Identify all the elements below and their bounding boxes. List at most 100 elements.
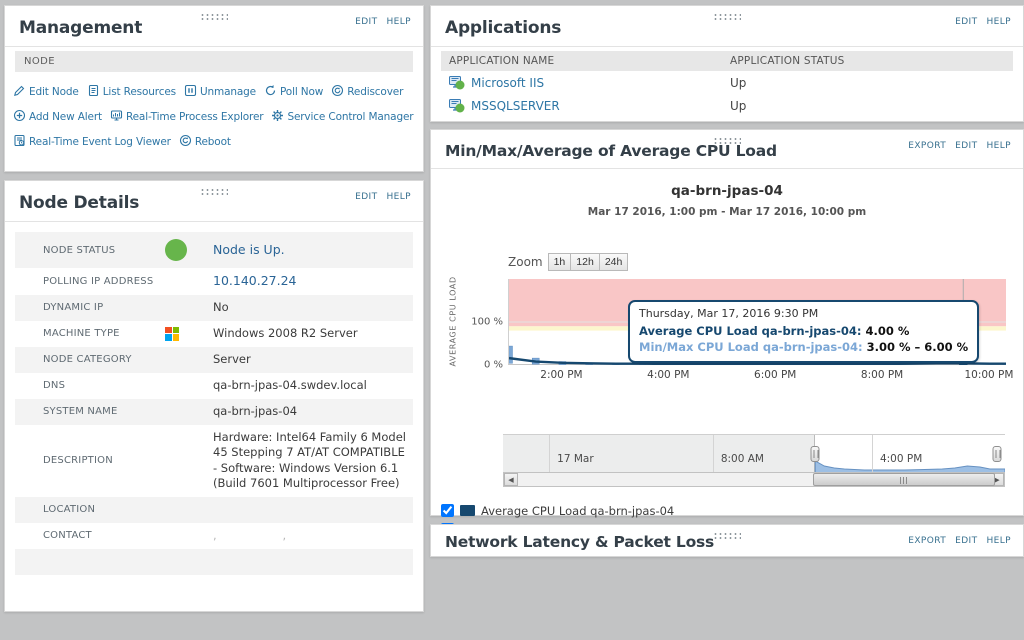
dynamic-ip-value: No <box>213 300 407 316</box>
machine-type-value: Windows 2008 R2 Server <box>213 326 407 342</box>
help-link[interactable]: HELP <box>387 192 412 202</box>
help-link[interactable]: HELP <box>987 17 1012 27</box>
chart-scrollbar[interactable]: ◀ ▶ <box>503 472 1005 487</box>
scrollbar-grip-icon <box>900 477 908 484</box>
export-link[interactable]: EXPORT <box>908 536 946 546</box>
pause-icon <box>184 84 197 100</box>
poll-now-link[interactable]: Poll Now <box>264 84 323 100</box>
dynamic-ip-row: DYNAMIC IP No <box>15 295 413 321</box>
rediscover-link[interactable]: Rediscover <box>331 84 403 100</box>
zoom-label: Zoom <box>508 255 543 269</box>
event-log-icon <box>13 134 26 150</box>
edit-link[interactable]: EDIT <box>955 536 977 546</box>
edit-link[interactable]: EDIT <box>955 141 977 151</box>
real-time-event-log-viewer-link[interactable]: Real-Time Event Log Viewer <box>13 134 171 150</box>
application-row: Microsoft IIS Up <box>441 71 1013 94</box>
navigator-gridline <box>549 435 550 473</box>
legend-label: Average CPU Load qa-brn-jpas-04 <box>481 504 674 518</box>
chart-navigator[interactable]: 17 Mar8:00 AM4:00 PM <box>503 434 1005 472</box>
edit-link[interactable]: EDIT <box>355 17 377 27</box>
applications-table-header: APPLICATION NAME APPLICATION STATUS <box>441 51 1013 71</box>
dns-value: qa-brn-jpas-04.swdev.local <box>213 378 407 394</box>
application-name-link[interactable]: Microsoft IIS <box>471 76 544 90</box>
navigator-gridline <box>713 435 714 473</box>
x-axis-tick-label: 10:00 PM <box>964 369 1013 381</box>
chart-subtitle: Mar 17 2016, 1:00 pm - Mar 17 2016, 10:0… <box>431 206 1023 218</box>
reboot-link[interactable]: Reboot <box>179 134 231 150</box>
zoom-12h-button[interactable]: 12h <box>570 253 600 271</box>
list-resources-link[interactable]: List Resources <box>87 84 176 100</box>
contact-row: CONTACT , , <box>15 523 413 549</box>
navigator-tick-label: 8:00 AM <box>721 453 764 465</box>
system-name-row: SYSTEM NAME qa-brn-jpas-04 <box>15 399 413 425</box>
node-status-value: Node is Up. <box>213 242 407 259</box>
chart-tooltip: Thursday, Mar 17, 2016 9:30 PM Average C… <box>628 300 979 363</box>
x-axis-tick-label: 8:00 PM <box>861 369 903 381</box>
windows-logo-icon <box>165 327 179 341</box>
help-link[interactable]: HELP <box>987 141 1012 151</box>
navigator-left-handle[interactable] <box>811 446 820 462</box>
description-row: DESCRIPTION Hardware: Intel64 Family 6 M… <box>15 425 413 497</box>
cpu-load-plot[interactable]: 0 %100 % Thursday, Mar 17, 2016 9:30 PM … <box>508 279 1005 365</box>
real-time-process-explorer-link[interactable]: Real-Time Process Explorer <box>110 109 263 125</box>
navigator-tick-label: 4:00 PM <box>880 453 922 465</box>
machine-type-row: MACHINE TYPE Windows 2008 R2 Server <box>15 321 413 347</box>
document-icon <box>87 84 100 100</box>
legend-checkbox-average[interactable] <box>441 504 454 517</box>
x-axis-labels: 2:00 PM4:00 PM6:00 PM8:00 PM10:00 PM <box>508 369 1005 383</box>
y-axis-tick-label: 100 % <box>471 317 503 328</box>
x-axis-tick-label: 4:00 PM <box>647 369 689 381</box>
zoom-24h-button[interactable]: 24h <box>599 253 629 271</box>
monitor-chart-icon <box>110 109 123 125</box>
edit-node-link[interactable]: Edit Node <box>13 84 79 100</box>
panel-title: Management <box>19 18 411 38</box>
x-axis-tick-label: 2:00 PM <box>540 369 582 381</box>
pencil-icon <box>13 84 26 100</box>
tooltip-avg-label: Average CPU Load qa-brn-jpas-04: <box>639 324 861 338</box>
reboot-icon <box>179 134 192 150</box>
help-link[interactable]: HELP <box>387 17 412 27</box>
y-axis-tick-label: 0 % <box>484 360 503 371</box>
application-name-link[interactable]: MSSQLSERVER <box>471 99 560 113</box>
cpu-load-chart-panel: Min/Max/Average of Average CPU Load EXPO… <box>430 129 1024 516</box>
legend-item: Average CPU Load qa-brn-jpas-04 <box>441 501 675 520</box>
zoom-1h-button[interactable]: 1h <box>548 253 572 271</box>
tooltip-avg-value: 4.00 % <box>866 324 910 338</box>
scrollbar-thumb[interactable] <box>813 473 995 486</box>
refresh-icon <box>264 84 277 100</box>
tooltip-range-value: 3.00 % – 6.00 % <box>867 340 969 354</box>
navigator-right-handle[interactable] <box>993 446 1002 462</box>
dns-row: DNS qa-brn-jpas-04.swdev.local <box>15 373 413 399</box>
empty-row <box>15 549 413 575</box>
node-category-row: NODE CATEGORY Server <box>15 347 413 373</box>
node-category-value: Server <box>213 352 407 368</box>
edit-link[interactable]: EDIT <box>355 192 377 202</box>
tooltip-timestamp: Thursday, Mar 17, 2016 9:30 PM <box>639 307 968 320</box>
node-details-panel: Node Details EDIT HELP NODE STATUS Node … <box>4 180 424 612</box>
y-axis-title: AVERAGE CPU LOAD <box>439 279 451 365</box>
polling-ip-row: POLLING IP ADDRESS 10.140.27.24 <box>15 268 413 295</box>
help-link[interactable]: HELP <box>987 536 1012 546</box>
application-icon <box>449 99 465 113</box>
management-panel: Management EDIT HELP NODE Edit Node List… <box>4 5 424 172</box>
add-new-alert-link[interactable]: Add New Alert <box>13 109 102 125</box>
application-status: Up <box>730 76 1005 90</box>
export-link[interactable]: EXPORT <box>908 141 946 151</box>
polling-ip-value: 10.140.27.24 <box>213 273 407 290</box>
panel-title: Applications <box>445 18 1011 38</box>
network-latency-panel: Network Latency & Packet Loss EXPORT EDI… <box>430 524 1024 557</box>
node-status-row: NODE STATUS Node is Up. <box>15 232 413 268</box>
unmanage-link[interactable]: Unmanage <box>184 84 256 100</box>
node-section-label: NODE <box>15 51 413 72</box>
navigator-gridline <box>872 435 873 473</box>
chart-title: qa-brn-jpas-04 <box>431 183 1023 199</box>
service-control-manager-link[interactable]: Service Control Manager <box>271 109 413 125</box>
edit-link[interactable]: EDIT <box>955 17 977 27</box>
system-name-value: qa-brn-jpas-04 <box>213 404 407 420</box>
node-up-status-icon <box>165 239 187 261</box>
location-row: LOCATION <box>15 497 413 523</box>
rediscover-icon <box>331 84 344 100</box>
scrollbar-left-arrow[interactable]: ◀ <box>504 473 518 486</box>
legend-swatch-average <box>460 505 475 516</box>
applications-panel: Applications EDIT HELP APPLICATION NAME … <box>430 5 1024 122</box>
